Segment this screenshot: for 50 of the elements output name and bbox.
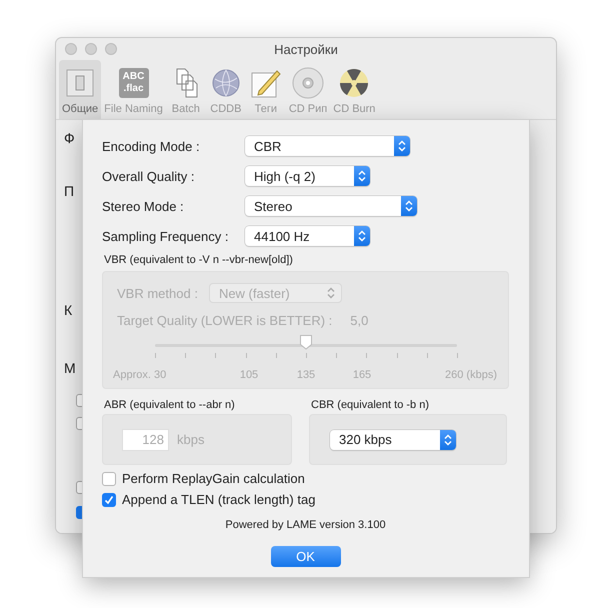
- stepper-icon: [405, 200, 413, 212]
- version-note: Powered by LAME version 3.100: [224, 519, 387, 531]
- dropdown[interactable]: 44100 Hz: [245, 226, 370, 246]
- window-control[interactable]: [105, 43, 117, 55]
- quality-value: 5,0: [350, 312, 368, 328]
- checkbox[interactable]: [102, 492, 116, 506]
- setting-label: Encoding Mode :: [102, 138, 201, 154]
- toolbar-tab[interactable]: CD Burn: [330, 60, 378, 119]
- tick-label: 135: [296, 369, 316, 381]
- window-control[interactable]: [85, 43, 97, 55]
- section-label: П: [64, 183, 74, 199]
- window-control[interactable]: [65, 43, 77, 55]
- tick-label: 165: [352, 369, 372, 381]
- stepper-icon: [398, 140, 406, 152]
- section-label: Ф: [64, 130, 75, 146]
- abc-flac-icon: ABC .flac: [118, 68, 149, 98]
- vbr-method-label: VBR method :: [117, 286, 198, 300]
- toolbar-tab[interactable]: Общие: [59, 60, 102, 119]
- tick-label: 260 (kbps): [445, 369, 497, 381]
- unit-label: kbps: [177, 432, 204, 447]
- toolbar-tab[interactable]: Теги: [246, 60, 286, 119]
- stepper-icon: [358, 170, 366, 182]
- toolbar-tab[interactable]: Batch: [166, 60, 206, 119]
- toolbar-tab[interactable]: CD Рип: [286, 60, 330, 119]
- toolbar-tab[interactable]: CDDB: [206, 60, 246, 119]
- group-caption: VBR (equivalent to -V n --vbr-new[old]): [103, 254, 294, 268]
- checkbox[interactable]: [102, 472, 116, 486]
- toolbar-tab[interactable]: ABC .flac File Naming: [101, 60, 166, 119]
- ok-button[interactable]: OK: [270, 546, 340, 567]
- group-caption: ABR (equivalent to --abr n): [103, 399, 236, 413]
- dropdown[interactable]: Stereo: [245, 196, 417, 216]
- stepper-icon: [326, 287, 335, 299]
- window-title: Настройки: [274, 42, 338, 56]
- target-quality-label: Target Quality (LOWER is BETTER) :: [117, 312, 332, 328]
- setting-label: Sampling Frequency :: [102, 228, 230, 244]
- stepper-icon: [444, 434, 452, 446]
- setting-label: Overall Quality :: [102, 168, 196, 184]
- group-caption: CBR (equivalent to -b n): [310, 399, 430, 413]
- disc-icon: [291, 66, 326, 100]
- section-label: М: [64, 360, 76, 376]
- stepper-icon: [358, 230, 366, 242]
- checkbox-label: Perform ReplayGain calculation: [122, 471, 305, 486]
- dropdown[interactable]: 320 kbps: [330, 430, 456, 450]
- checkbox-label: Append a TLEN (track length) tag: [122, 492, 316, 507]
- dropdown[interactable]: High (-q 2): [245, 166, 370, 186]
- tick-label: 105: [240, 369, 258, 381]
- tick-label: Approx. 30: [113, 369, 166, 381]
- section-label: К: [64, 302, 72, 318]
- dropdown[interactable]: CBR: [245, 136, 410, 156]
- setting-label: Stereo Mode :: [102, 198, 185, 214]
